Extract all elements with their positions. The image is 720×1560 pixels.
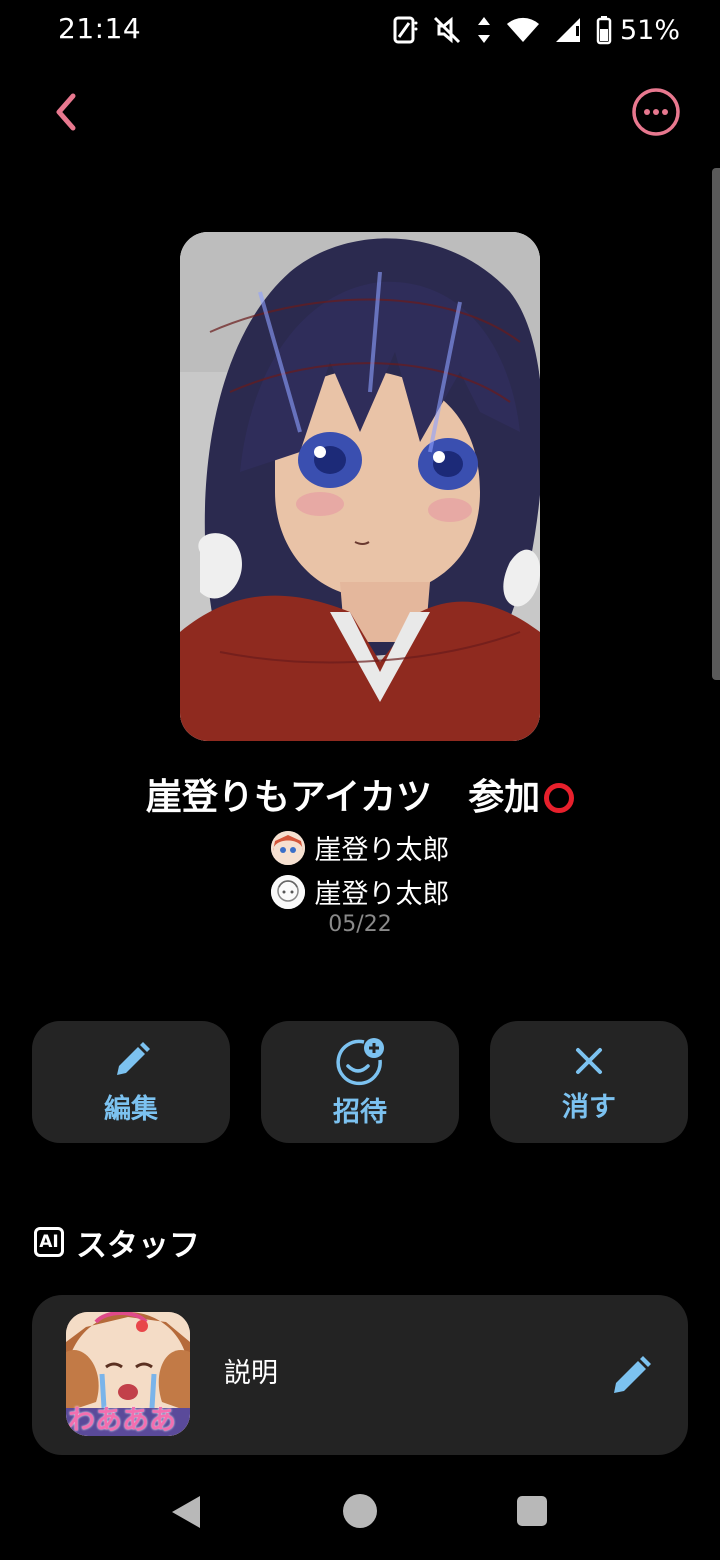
staff-thumb-text: わあああ <box>68 1405 176 1436</box>
post-date: 05/22 <box>328 912 392 937</box>
nav-back-icon <box>172 1496 200 1528</box>
scrollbar[interactable] <box>712 168 720 680</box>
author-row[interactable]: 崖登り太郎 <box>0 828 720 867</box>
staff-section-title: スタッフ <box>76 1227 200 1264</box>
status-icons: 51% <box>392 12 680 48</box>
delete-button[interactable]: 消す <box>490 1021 688 1143</box>
author-name: 崖登り太郎 <box>314 835 450 866</box>
pencil-icon <box>117 1041 150 1075</box>
post-title-text: 崖登りもアイカツ 参加 <box>145 777 541 818</box>
wifi-icon <box>506 16 540 44</box>
avatar <box>270 830 305 865</box>
red-circle-icon <box>544 783 575 813</box>
close-icon <box>576 1047 602 1074</box>
status-bar: 21:14 51% <box>0 0 720 60</box>
status-time: 21:14 <box>58 12 142 45</box>
edit-button-label: 編集 <box>104 1093 158 1125</box>
staff-edit-button[interactable] <box>608 1353 654 1399</box>
delete-button-label: 消す <box>562 1091 616 1123</box>
pencil-icon <box>614 1356 651 1393</box>
more-horizontal-icon <box>632 88 680 136</box>
invite-button[interactable]: 招待 <box>261 1021 459 1143</box>
staff-section-header: AI スタッフ <box>34 1220 200 1264</box>
system-nav-bar <box>0 1470 720 1560</box>
staff-thumbnail: わあああ <box>66 1312 190 1436</box>
mute-icon <box>432 15 462 45</box>
data-arrows-icon <box>476 15 492 45</box>
nav-home-button[interactable] <box>343 1494 377 1528</box>
battery-icon <box>596 15 612 45</box>
invite-button-label: 招待 <box>333 1096 387 1128</box>
edit-button[interactable]: 編集 <box>32 1021 230 1143</box>
back-button[interactable] <box>42 88 90 136</box>
staff-description: 説明 <box>224 1358 278 1389</box>
screen-rotate-icon <box>392 15 418 45</box>
post-title: 崖登りもアイカツ 参加 <box>0 768 720 820</box>
battery-percent: 51% <box>619 14 680 46</box>
staff-card[interactable]: わあああ 説明 <box>32 1295 688 1455</box>
ai-badge: AI <box>34 1227 64 1257</box>
chevron-left-icon <box>56 93 76 131</box>
smile-add-icon <box>336 1037 384 1085</box>
author-row[interactable]: 崖登り太郎 <box>0 872 720 911</box>
avatar <box>270 874 305 909</box>
nav-recents-button[interactable] <box>517 1496 547 1526</box>
signal-icon <box>554 16 582 44</box>
more-button[interactable] <box>630 86 682 138</box>
artwork-illustration <box>180 232 540 741</box>
author-name: 崖登り太郎 <box>314 879 450 910</box>
nav-back-button[interactable] <box>168 1494 204 1534</box>
post-artwork[interactable] <box>180 232 540 741</box>
screen: 21:14 51% 崖登りもアイカツ 参加 崖登り太郎 崖登り太郎 05/22 … <box>0 0 720 1560</box>
